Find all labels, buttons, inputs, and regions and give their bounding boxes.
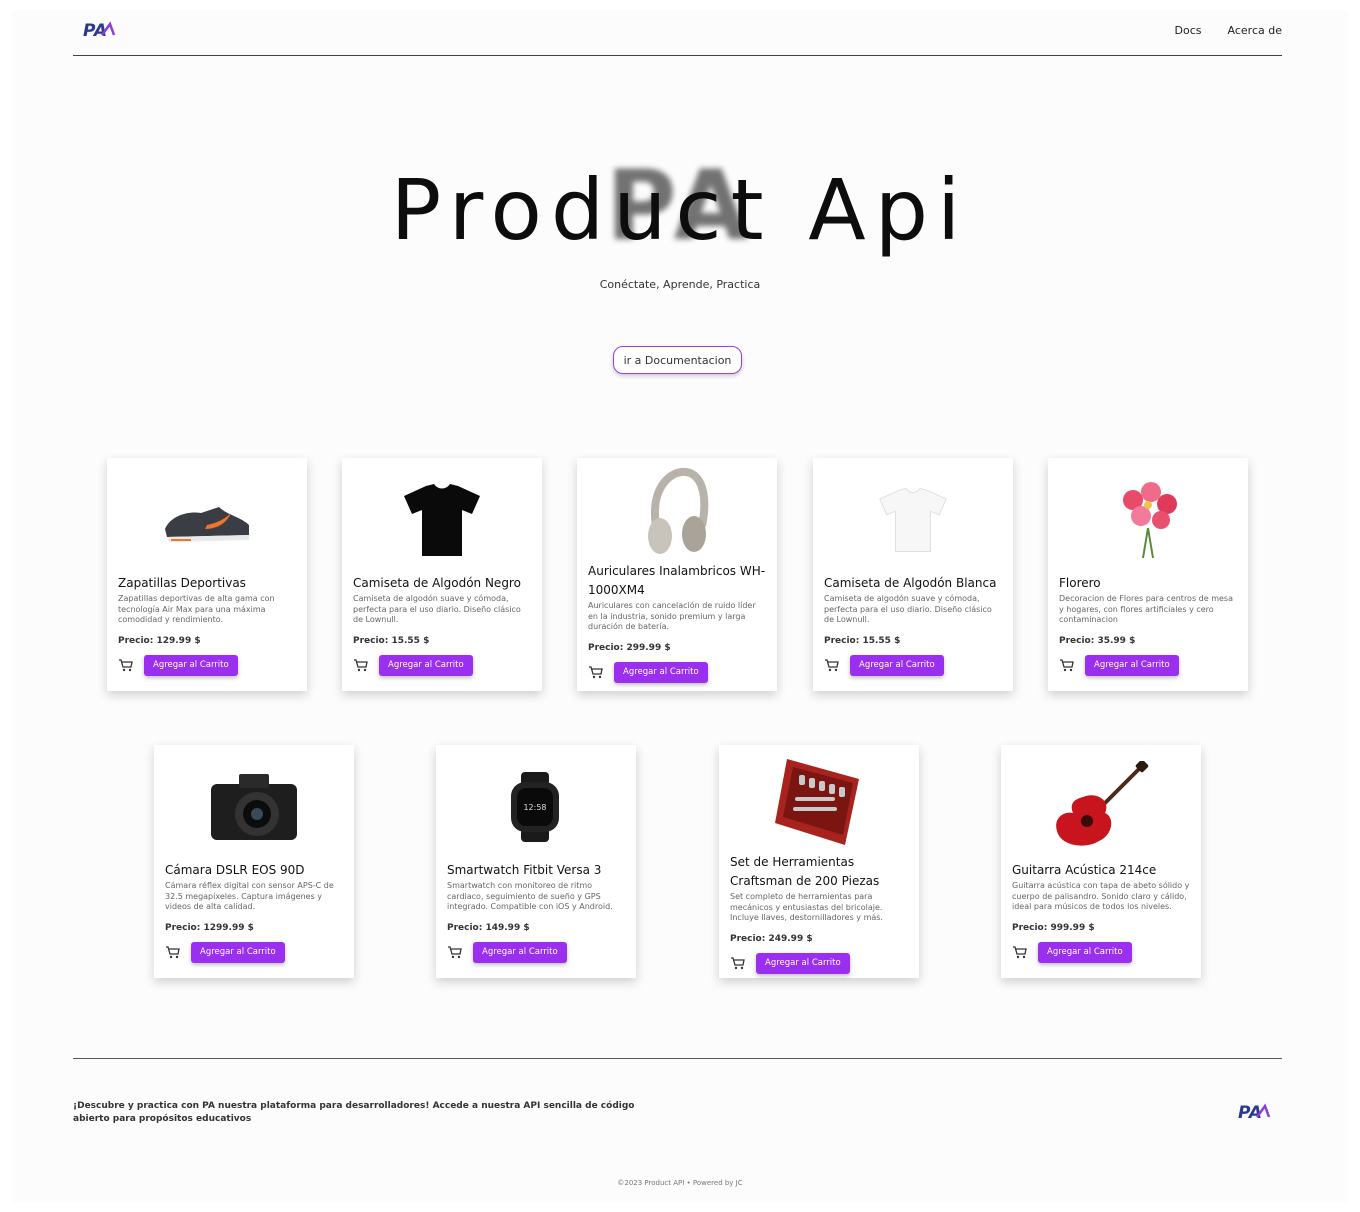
product-card: Camiseta de Algodón Negro Camiseta de al… xyxy=(342,458,542,691)
copyright: ©2023 Product API • Powered by JC xyxy=(617,1179,743,1187)
smartwatch-icon: 12:58 xyxy=(447,757,625,857)
product-card: Auriculares Inalambricos WH-1000XM4 Auri… xyxy=(577,458,777,691)
footer-logo-text: PA xyxy=(1238,1103,1262,1122)
product-title: Cámara DSLR EOS 90D xyxy=(165,863,305,877)
hero-subtitle: Conéctate, Aprende, Practica xyxy=(599,278,761,291)
product-price: Precio: 149.99 $ xyxy=(447,922,530,933)
product-price: Precio: 15.55 $ xyxy=(353,635,430,646)
product-price: Precio: 299.99 $ xyxy=(588,642,671,653)
white-tshirt-icon xyxy=(824,470,1002,570)
add-to-cart-button[interactable]: Agregar al Carrito xyxy=(1085,654,1179,676)
add-to-cart-button[interactable]: Agregar al Carrito xyxy=(473,941,567,963)
product-description: Camiseta de algodón suave y cómoda, perf… xyxy=(353,594,521,624)
logo[interactable]: PA xyxy=(83,20,117,44)
add-to-cart-button[interactable]: Agregar al Carrito xyxy=(850,654,944,676)
product-description: Camiseta de algodón suave y cómoda, perf… xyxy=(824,594,992,624)
product-price: Precio: 35.99 $ xyxy=(1059,635,1136,646)
logo-text: PA xyxy=(83,21,107,40)
product-price: Precio: 999.99 $ xyxy=(1012,922,1095,933)
guitar-icon xyxy=(1012,757,1190,857)
product-card: Guitarra Acústica 214ce Guitarra acústic… xyxy=(1001,745,1201,978)
product-description: Auriculares con cancelación de ruido líd… xyxy=(588,601,756,631)
add-to-cart-button[interactable]: Agregar al Carrito xyxy=(191,941,285,963)
black-tshirt-icon xyxy=(353,470,531,570)
add-to-cart-button[interactable]: Agregar al Carrito xyxy=(756,952,850,974)
sneaker-icon xyxy=(118,470,296,570)
camera-icon xyxy=(165,757,343,857)
product-card: Zapatillas Deportivas Zapatillas deporti… xyxy=(107,458,307,691)
cart-icon[interactable] xyxy=(353,658,369,672)
product-title: Zapatillas Deportivas xyxy=(118,576,246,590)
product-description: Decoracion de Flores para centros de mes… xyxy=(1059,594,1233,624)
cart-icon[interactable] xyxy=(824,658,840,672)
cart-icon[interactable] xyxy=(588,665,604,679)
product-title: Florero xyxy=(1059,576,1101,590)
product-price: Precio: 15.55 $ xyxy=(824,635,901,646)
top-nav: Docs Acerca de xyxy=(1175,24,1282,37)
cart-icon[interactable] xyxy=(730,956,746,970)
product-title: Auriculares Inalambricos WH-1000XM4 xyxy=(588,564,766,597)
top-header: PA Docs Acerca de xyxy=(73,10,1282,56)
go-to-docs-button[interactable]: ir a Documentacion xyxy=(613,346,742,374)
hero: PA Product Api Conéctate, Aprende, Pract… xyxy=(0,150,1360,291)
flowers-icon xyxy=(1059,470,1237,570)
hero-title: Product Api xyxy=(390,161,970,259)
product-title: Camiseta de Algodón Blanca xyxy=(824,576,997,590)
cart-icon[interactable] xyxy=(165,945,181,959)
product-description: Guitarra acústica con tapa de abeto sóli… xyxy=(1012,881,1190,911)
product-card: Set de Herramientas Craftsman de 200 Pie… xyxy=(719,745,919,978)
product-description: Set completo de herramientas para mecáni… xyxy=(730,892,883,922)
add-to-cart-button[interactable]: Agregar al Carrito xyxy=(379,654,473,676)
cart-icon[interactable] xyxy=(447,945,463,959)
product-card: 12:58 Smartwatch Fitbit Versa 3 Smartwat… xyxy=(436,745,636,978)
product-title: Camiseta de Algodón Negro xyxy=(353,576,521,590)
add-to-cart-button[interactable]: Agregar al Carrito xyxy=(1038,941,1132,963)
product-title: Smartwatch Fitbit Versa 3 xyxy=(447,863,602,877)
cart-icon[interactable] xyxy=(1059,658,1075,672)
product-card: Cámara DSLR EOS 90D Cámara réflex digita… xyxy=(154,745,354,978)
add-to-cart-button[interactable]: Agregar al Carrito xyxy=(614,661,708,683)
toolset-icon xyxy=(730,753,908,849)
product-description: Smartwatch con monitoreo de ritmo cardia… xyxy=(447,881,613,911)
footer-divider xyxy=(73,1058,1282,1059)
cart-icon[interactable] xyxy=(1012,945,1028,959)
cart-icon[interactable] xyxy=(118,658,134,672)
headphones-icon xyxy=(588,466,766,558)
nav-about-link[interactable]: Acerca de xyxy=(1228,24,1282,37)
product-price: Precio: 249.99 $ xyxy=(730,933,813,944)
svg-text:12:58: 12:58 xyxy=(523,803,546,812)
product-price: Precio: 129.99 $ xyxy=(118,635,201,646)
product-title: Set de Herramientas Craftsman de 200 Pie… xyxy=(730,855,880,888)
product-title: Guitarra Acústica 214ce xyxy=(1012,863,1157,877)
product-card: Florero Decoracion de Flores para centro… xyxy=(1048,458,1248,691)
add-to-cart-button[interactable]: Agregar al Carrito xyxy=(144,654,238,676)
product-description: Cámara réflex digital con sensor APS-C d… xyxy=(165,881,334,911)
product-price: Precio: 1299.99 $ xyxy=(165,922,254,933)
footer-description: ¡Descubre y practica con PA nuestra plat… xyxy=(73,1101,635,1124)
footer-logo[interactable]: PA xyxy=(1238,1102,1272,1126)
nav-docs-link[interactable]: Docs xyxy=(1175,24,1202,37)
product-description: Zapatillas deportivas de alta gama con t… xyxy=(118,594,275,624)
product-card: Camiseta de Algodón Blanca Camiseta de a… xyxy=(813,458,1013,691)
